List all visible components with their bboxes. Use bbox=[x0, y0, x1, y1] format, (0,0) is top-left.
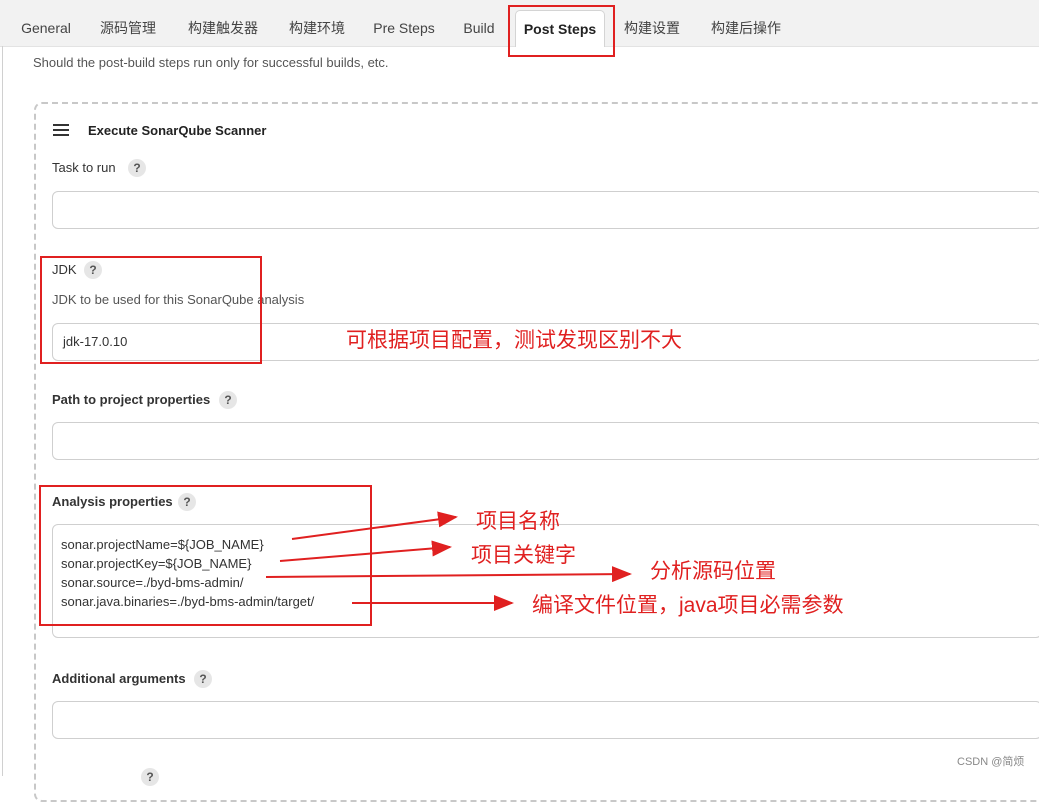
source-annotation: 分析源码位置 bbox=[650, 560, 776, 583]
additional-arguments-label: Additional arguments bbox=[52, 671, 186, 686]
additional-arguments-input[interactable] bbox=[52, 701, 1039, 739]
project-key-arrow bbox=[279, 540, 452, 562]
project-name-annotation: 项目名称 bbox=[476, 510, 560, 533]
project-name-arrow bbox=[291, 511, 458, 540]
annotation-arrows bbox=[265, 511, 632, 611]
watermark: CSDN @简烦 bbox=[957, 756, 1025, 768]
binaries-annotation: 编译文件位置，java项目必需参数 bbox=[532, 594, 844, 617]
source-arrow bbox=[265, 566, 632, 583]
additional-arguments-help-icon[interactable]: ? bbox=[194, 670, 212, 688]
project-key-annotation: 项目关键字 bbox=[471, 544, 576, 567]
next-field-help-icon[interactable]: ? bbox=[141, 768, 159, 786]
